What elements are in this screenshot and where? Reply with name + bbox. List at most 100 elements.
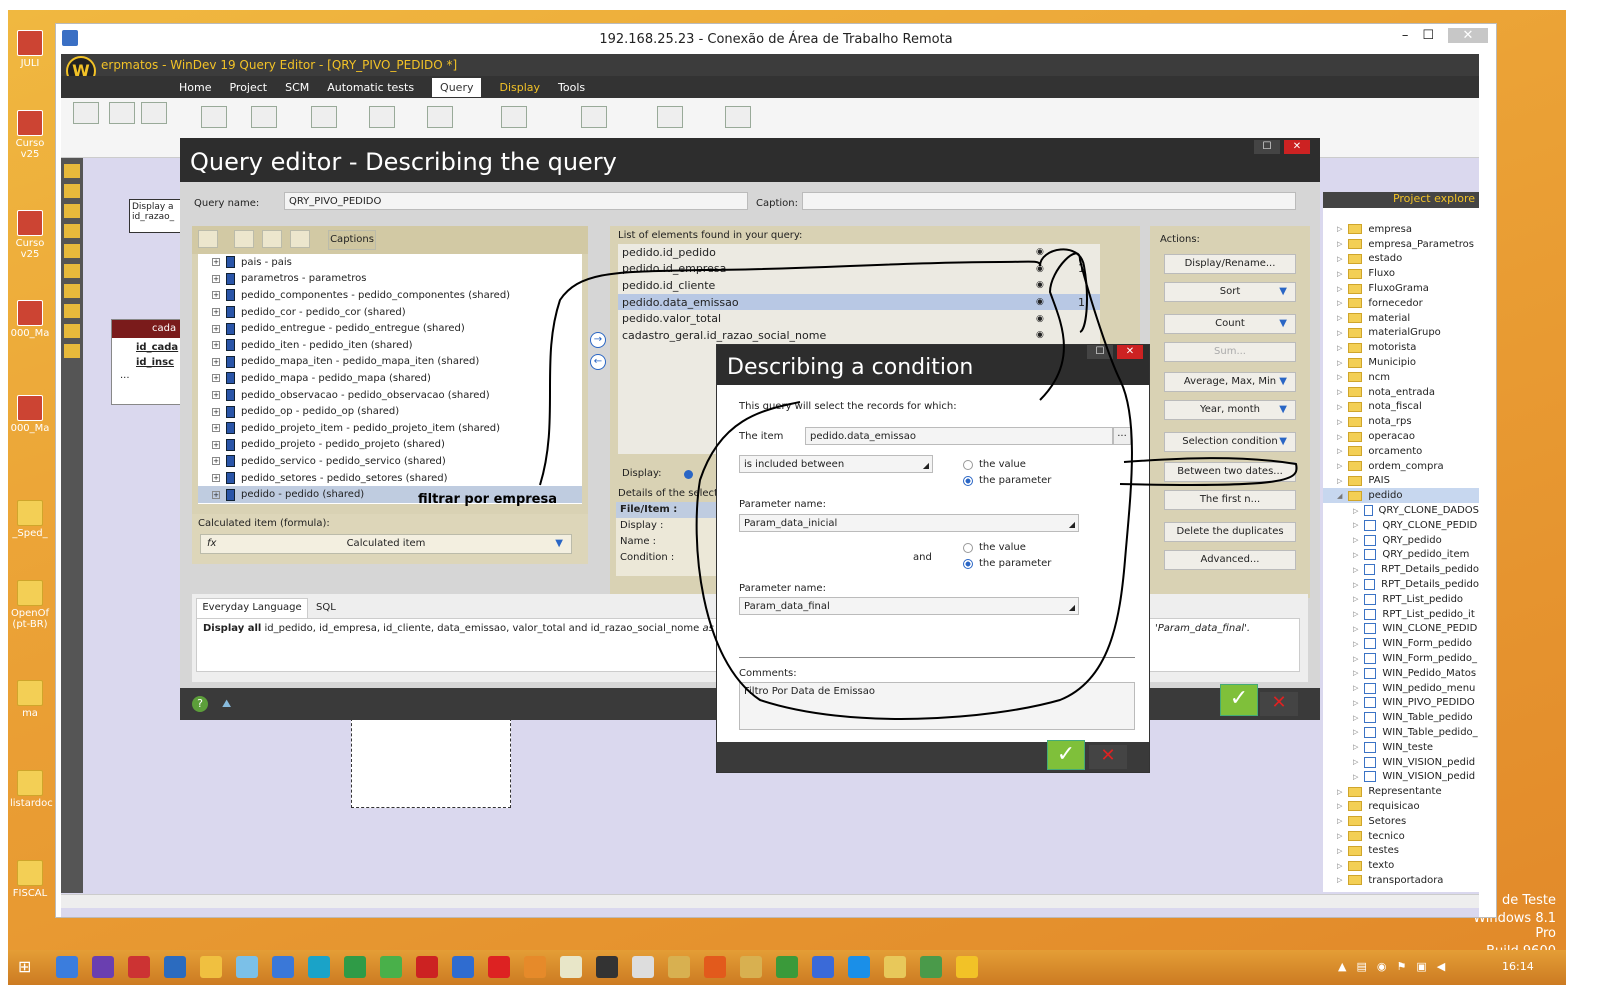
canvas-selected-box[interactable] (351, 718, 511, 808)
expand-arrow-icon[interactable]: ▷ (1337, 403, 1342, 411)
tray-network-icon[interactable]: ▤ (1356, 960, 1366, 973)
taskbar-app-icon[interactable] (272, 956, 294, 978)
new-icon[interactable] (73, 102, 99, 124)
param2-input[interactable]: Param_data_final ◢ (739, 597, 1079, 615)
expand-icon[interactable]: + (212, 457, 220, 466)
taskbar-app-icon[interactable] (632, 956, 654, 978)
expand-icon[interactable]: + (212, 324, 220, 333)
expand-arrow-icon[interactable]: ▷ (1337, 314, 1342, 322)
expand-arrow-icon[interactable]: ▷ (1337, 255, 1342, 263)
explorer-item[interactable]: ▷ transportadora (1323, 873, 1479, 888)
captions-button[interactable]: Captions (328, 230, 376, 250)
canvas-table-box[interactable]: cada id_cada id_insc ... (111, 319, 181, 405)
explorer-item[interactable]: ▷ Setores (1323, 814, 1479, 829)
explorer-item[interactable]: ▷ testes (1323, 843, 1479, 858)
taskbar-app-icon[interactable] (308, 956, 330, 978)
expand-arrow-icon[interactable]: ▷ (1353, 551, 1358, 559)
taskbar-app-icon[interactable] (956, 956, 978, 978)
open-icon[interactable] (109, 102, 135, 124)
explorer-item[interactable]: ▷ ncm (1323, 370, 1479, 385)
item-input[interactable]: pedido.data_emissao (805, 427, 1113, 445)
expand-arrow-icon[interactable]: ▷ (1353, 714, 1358, 722)
tray-volume-icon[interactable]: ◀ (1437, 960, 1445, 973)
expand-arrow-icon[interactable]: ▷ (1337, 373, 1342, 381)
explorer-item[interactable]: ▷ RPT_List_pedido_it (1323, 607, 1479, 622)
explorer-item[interactable]: ▷ requisicao (1323, 799, 1479, 814)
desktop-icon[interactable]: FISCAL (10, 860, 50, 899)
grid-icon[interactable] (290, 230, 310, 248)
tool-icon[interactable] (64, 304, 80, 318)
query-name-input[interactable]: QRY_PIVO_PEDIDO (284, 192, 748, 210)
horizontal-scrollbar[interactable] (61, 894, 1479, 908)
action-between-two-dates-button[interactable]: Between two dates... (1164, 462, 1296, 482)
menu-item-tools[interactable]: Tools (558, 81, 585, 94)
action-delete-the-duplicates-button[interactable]: Delete the duplicates (1164, 522, 1296, 542)
expand-arrow-icon[interactable]: ▷ (1337, 270, 1342, 278)
query-ok-button[interactable]: ✓ (1220, 684, 1258, 716)
expand-arrow-icon[interactable]: ▷ (1353, 655, 1358, 663)
desktop-icon[interactable]: Curso v25 (10, 110, 50, 160)
expand-arrow-icon[interactable]: ▷ (1337, 299, 1342, 307)
tree-item[interactable]: + pedido_entregue - pedido_entregue (shar… (198, 320, 582, 337)
second-parameter-radio[interactable]: the parameter (963, 558, 1051, 569)
tool-icon[interactable] (64, 184, 80, 198)
explorer-item[interactable]: ▷ QRY_CLONE_PEDID (1323, 518, 1479, 533)
explorer-item[interactable]: ◢ pedido (1323, 488, 1479, 504)
menu-item-project[interactable]: Project (229, 81, 267, 94)
explorer-item[interactable]: ▷ tecnico (1323, 829, 1479, 844)
explorer-item[interactable]: ▷ RPT_Details_pedido (1323, 562, 1479, 577)
explorer-item[interactable]: ▷ texto (1323, 858, 1479, 873)
add-item-arrow-icon[interactable]: → (590, 332, 606, 348)
expand-arrow-icon[interactable]: ▷ (1337, 240, 1342, 248)
tool-icon[interactable] (64, 204, 80, 218)
expand-arrow-icon[interactable]: ▷ (1337, 447, 1342, 455)
explorer-item[interactable]: ▷ PAIS (1323, 474, 1479, 489)
explorer-item[interactable]: ▷ WIN_VISION_pedid (1323, 769, 1479, 784)
caption-input[interactable] (802, 192, 1296, 210)
desktop-icon[interactable]: Curso v25 (10, 210, 50, 260)
menu-item-home[interactable]: Home (179, 81, 211, 94)
operator-select[interactable]: is included between ◢ (739, 455, 933, 473)
tree-item[interactable]: + pedido_iten - pedido_iten (shared) (198, 337, 582, 354)
tab-everyday-language[interactable]: Everyday Language (196, 598, 308, 618)
desktop-icon[interactable]: listardoc (10, 770, 53, 809)
menu-item-display[interactable]: Display (499, 81, 540, 94)
tree-item[interactable]: + pedido_op - pedido_op (shared) (198, 403, 582, 420)
action-selection-condition-button[interactable]: Selection condition ▼ (1164, 432, 1296, 452)
tree-item[interactable]: + pedido_cor - pedido_cor (shared) (198, 304, 582, 321)
action-display-rename-button[interactable]: Display/Rename... (1164, 254, 1296, 274)
explorer-item[interactable]: ▷ Municipio (1323, 355, 1479, 370)
expand-arrow-icon[interactable]: ▷ (1337, 862, 1342, 870)
eye-icon[interactable]: ◉ (1036, 247, 1044, 257)
explorer-item[interactable]: ▷ WIN_VISION_pedid (1323, 755, 1479, 770)
taskbar-app-icon[interactable] (488, 956, 510, 978)
explorer-item[interactable]: ▷ estado (1323, 252, 1479, 267)
tree-item[interactable]: + pedido_servico - pedido_servico (shared… (198, 453, 582, 470)
explorer-item[interactable]: ▷ nota_rps (1323, 414, 1479, 429)
expand-icon[interactable]: + (212, 374, 220, 383)
tray-avast-icon[interactable]: ◉ (1377, 960, 1387, 973)
explorer-item[interactable]: ▷ ordem_compra (1323, 459, 1479, 474)
explorer-item[interactable]: ▷ WIN_Form_pedido_ (1323, 651, 1479, 666)
taskbar-app-icon[interactable] (812, 956, 834, 978)
condition-ok-button[interactable]: ✓ (1047, 740, 1085, 770)
explorer-item[interactable]: ▷ WIN_Table_pedido (1323, 710, 1479, 725)
wizard-icon[interactable]: ⛰ (222, 697, 240, 711)
expand-icon[interactable]: + (212, 308, 220, 317)
expand-icon[interactable]: + (212, 391, 220, 400)
desktop-icon[interactable]: 000_Ma (10, 395, 50, 434)
tree-item[interactable]: + pedido_componentes - pedido_componentes… (198, 287, 582, 304)
comments-textarea[interactable]: Filtro Por Data de Emissao (739, 682, 1135, 730)
tray-screen-icon[interactable]: ▣ (1416, 960, 1426, 973)
expand-arrow-icon[interactable]: ▷ (1337, 817, 1342, 825)
taskbar-app-icon[interactable] (344, 956, 366, 978)
calculated-item-button[interactable]: fx Calculated item ▼ (200, 534, 572, 554)
copy-icon[interactable] (369, 106, 395, 128)
taskbar-app-icon[interactable] (740, 956, 762, 978)
explorer-item[interactable]: ▷ empresa (1323, 222, 1479, 237)
expand-arrow-icon[interactable]: ▷ (1337, 477, 1342, 485)
eye-icon[interactable]: ◉ (1036, 314, 1044, 324)
desktop-icon[interactable]: JULI (10, 30, 50, 69)
expand-arrow-icon[interactable]: ▷ (1353, 699, 1358, 707)
eye-icon[interactable]: ◉ (1036, 297, 1044, 307)
